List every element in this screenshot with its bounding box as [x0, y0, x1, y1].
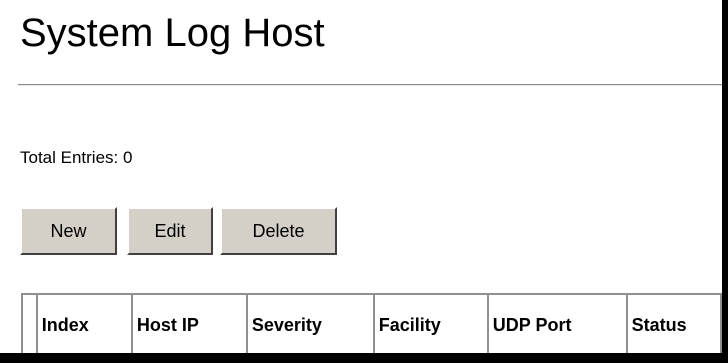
total-entries-label: Total Entries: 0	[20, 148, 133, 167]
page-title: System Log Host	[20, 11, 325, 55]
system-log-host-page: System Log Host Total Entries: 0 New Edi…	[0, 0, 724, 355]
delete-button[interactable]: Delete	[220, 207, 337, 255]
table-header-row: Index Host IP Severity Facility UDP Port…	[21, 293, 722, 353]
column-header-status: Status	[625, 293, 722, 353]
column-header-severity: Severity	[245, 293, 375, 353]
edit-button[interactable]: Edit	[127, 207, 213, 255]
log-host-table: Index Host IP Severity Facility UDP Port…	[21, 293, 722, 353]
column-header-host-ip: Host IP	[130, 293, 248, 353]
column-header-udp-port: UDP Port	[486, 293, 628, 353]
column-header-select	[21, 293, 38, 353]
column-header-facility: Facility	[372, 293, 489, 353]
new-button[interactable]: New	[20, 207, 117, 255]
column-header-index: Index	[35, 293, 133, 353]
title-divider	[18, 84, 722, 86]
